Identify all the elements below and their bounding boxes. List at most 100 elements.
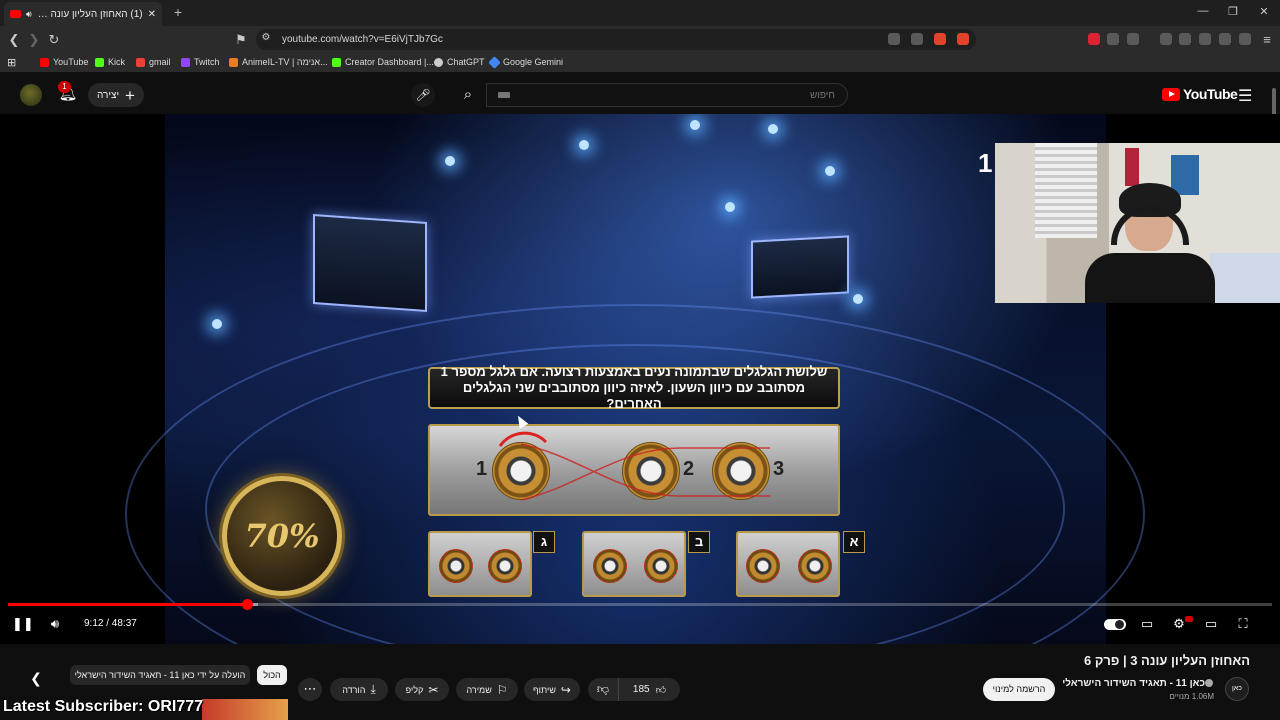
extension-icon[interactable]	[1127, 33, 1139, 45]
browser-menu-icon[interactable]: ≡	[1259, 32, 1275, 47]
vpn-icon[interactable]	[1239, 33, 1251, 45]
create-label: יצירה	[97, 89, 120, 101]
create-button[interactable]: יצירה +	[88, 83, 144, 107]
media-icon[interactable]	[1160, 33, 1172, 45]
bookmark-label: AnimeIL-TV | אנימה...	[242, 57, 328, 67]
bookmark-youtube[interactable]: YouTube	[40, 57, 88, 67]
video-title: האחוזן העליון עונה 3 | פרק 6	[1084, 653, 1250, 668]
more-actions-icon[interactable]: ⋯	[298, 678, 322, 701]
browser-tab[interactable]: 🔊︎ (1) האחוזן העליון עונה 3 | פרק ✕	[4, 2, 162, 26]
save-label: שמירה	[466, 684, 492, 695]
chips-prev-chevron-icon[interactable]: ❮	[26, 668, 46, 688]
pause-icon[interactable]: ❚❚	[12, 616, 34, 632]
clip-button[interactable]: ✂ קליפ	[395, 678, 449, 701]
back-icon[interactable]: ❮	[6, 32, 22, 48]
bookmark-label: ChatGPT	[447, 57, 485, 67]
extension-record-icon[interactable]	[1088, 33, 1100, 45]
bookmark-chatgpt[interactable]: ChatGPT	[434, 57, 485, 67]
tab-title: (1) האחוזן העליון עונה 3 | פרק	[36, 8, 143, 20]
url-text[interactable]: youtube.com/watch?v=E6iVjTJb7Gc	[282, 34, 443, 45]
channel-name[interactable]: כאן 11 - תאגיד השידור הישראלי	[1062, 678, 1216, 689]
tab-close-icon[interactable]: ✕	[148, 9, 156, 20]
sidebar-icon[interactable]	[1179, 33, 1191, 45]
extensions-icon[interactable]	[1107, 33, 1119, 45]
chatgpt-icon	[434, 57, 443, 67]
gear-number: 2	[683, 458, 695, 480]
channel-name-text: כאן 11 - תאגיד השידור הישראלי	[1062, 678, 1205, 689]
maximize-icon[interactable]: ❐	[1226, 5, 1240, 18]
cast-icon[interactable]	[888, 33, 900, 45]
chip-all[interactable]: הכול	[257, 665, 287, 685]
wallet-icon[interactable]	[1199, 33, 1211, 45]
dislike-button[interactable]: 👎︎	[588, 678, 618, 701]
answer-option-bet	[582, 531, 686, 597]
keyboard-icon[interactable]	[498, 92, 510, 98]
subtitles-icon[interactable]: ▭	[1138, 616, 1156, 632]
bookmark-icon: ⚐	[496, 682, 508, 697]
site-info-icon[interactable]: ⚙	[258, 32, 274, 43]
save-button[interactable]: ⚐ שמירה	[456, 678, 518, 701]
guide-menu-icon[interactable]: ☰	[1238, 86, 1252, 106]
download-button[interactable]: ⤓ הורדה	[330, 678, 388, 701]
mini-gear	[488, 549, 522, 583]
address-bar-row: ❮ ❯ ↻ ⚑ ⚙ youtube.com/watch?v=E6iVjTJb7G…	[0, 26, 1280, 53]
bookmark-gemini[interactable]: Google Gemini	[488, 55, 564, 69]
bookmark-label: Google Gemini	[503, 57, 564, 67]
subscribe-button[interactable]: הרשמה למינוי	[983, 678, 1055, 701]
answer-letter: ב	[688, 531, 710, 553]
autoplay-toggle[interactable]	[1104, 619, 1126, 630]
kick-icon	[95, 57, 104, 67]
stream-overlay-latest-subscriber: Latest Subscriber: ORI777	[3, 698, 204, 715]
share-page-icon[interactable]	[911, 33, 923, 45]
channel-avatar[interactable]: כאן	[1225, 677, 1249, 701]
fullscreen-icon[interactable]: ⛶	[1234, 616, 1252, 632]
stage-light	[212, 319, 222, 329]
progress-bar[interactable]	[8, 599, 1272, 610]
progress-scrubber[interactable]	[241, 599, 253, 610]
search-icon[interactable]: ⌕	[450, 83, 486, 107]
bookmark-label: YouTube	[53, 57, 89, 67]
brave-rewards-icon[interactable]	[957, 33, 969, 45]
recommended-thumbnail[interactable]	[202, 699, 288, 720]
new-tab-button[interactable]: +	[170, 4, 186, 20]
youtube-logo[interactable]: YouTube	[1162, 86, 1238, 102]
bookmark-kick[interactable]: Kick	[95, 57, 125, 67]
account-avatar[interactable]	[20, 84, 42, 106]
progress-played	[8, 603, 247, 606]
stage-light	[768, 124, 778, 134]
search-input[interactable]	[486, 83, 848, 107]
like-button[interactable]: 185 👍︎	[618, 678, 680, 701]
stage-light	[579, 140, 589, 150]
browser-tab-bar: 🔊︎ (1) האחוזן העליון עונה 3 | פרק ✕ + — …	[0, 0, 1280, 26]
bookmark-twitch[interactable]: Twitch	[181, 57, 220, 67]
mini-gear	[746, 549, 780, 583]
brave-shields-icon[interactable]	[934, 33, 946, 45]
voice-search-mic-icon[interactable]: 🎤︎	[411, 83, 435, 107]
notification-count-badge: 1	[58, 81, 71, 93]
video-player[interactable]: שלושת הגלגלים שבתמונה נעים באמצעות רצועה…	[0, 114, 1280, 644]
stage-light	[825, 166, 835, 176]
close-window-icon[interactable]: ✕	[1257, 5, 1271, 18]
bookmark-animeil[interactable]: AnimeIL-TV | אנימה...	[229, 57, 328, 67]
apps-grid-icon[interactable]: ⊞	[7, 56, 16, 69]
speaker-icon[interactable]: 🔊︎	[26, 9, 32, 20]
bookmark-page-icon[interactable]: ⚑	[233, 32, 249, 48]
forward-icon[interactable]: ❯	[26, 32, 42, 48]
subscriber-count: 1.06M מנויים	[1169, 692, 1214, 701]
leo-icon[interactable]	[1219, 33, 1231, 45]
volume-icon[interactable]: 🔊︎	[46, 616, 64, 632]
theater-mode-icon[interactable]: ▭	[1202, 616, 1220, 632]
lifeline-badge: 70%	[222, 476, 342, 596]
reload-icon[interactable]: ↻	[46, 32, 62, 48]
minimize-icon[interactable]: —	[1196, 5, 1210, 17]
mini-gear	[798, 549, 832, 583]
gemini-icon	[488, 55, 501, 69]
streamer-webcam	[995, 143, 1280, 303]
bookmark-gmail[interactable]: gmail	[136, 57, 171, 67]
youtube-favicon-icon	[10, 10, 21, 18]
bookmark-creator-dashboard[interactable]: Creator Dashboard |...	[332, 57, 434, 67]
download-label: הורדה	[342, 684, 366, 695]
bookmark-label: Creator Dashboard |...	[345, 57, 434, 67]
chip-uploader[interactable]: הועלה על ידי כאן 11 - תאגיד השידור הישרא…	[70, 665, 250, 685]
share-button[interactable]: ↪ שיתוף	[524, 678, 580, 701]
